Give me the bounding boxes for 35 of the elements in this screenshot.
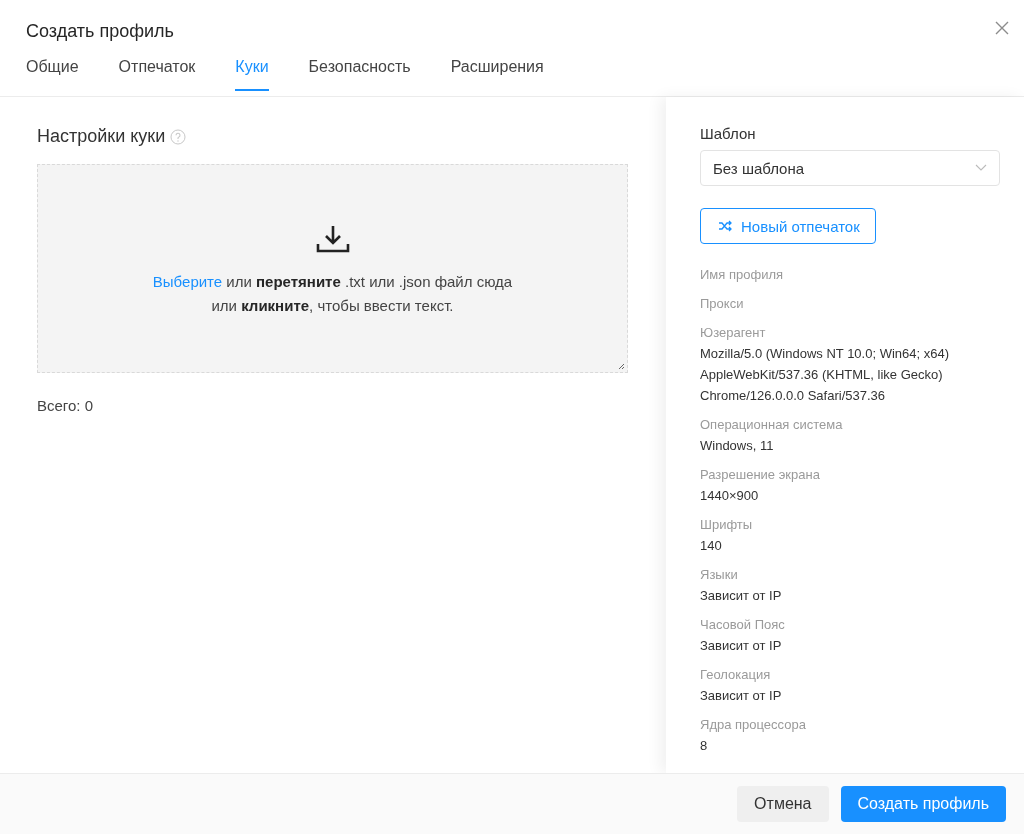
field-value: 1440×900 xyxy=(700,487,760,505)
field-label: Разрешение экрана xyxy=(700,466,821,484)
tab[interactable]: Общие xyxy=(26,58,79,91)
field-value: Windows, 11 xyxy=(700,437,775,455)
field-label: Имя профиля xyxy=(700,266,784,284)
chevron-down-icon xyxy=(975,164,987,172)
template-select[interactable]: Без шаблона xyxy=(700,150,1000,186)
drop-instructions: Выберите или перетяните .txt или .json файл сюда или кликните, чтобы ввести текст. xyxy=(152,271,513,316)
template-label: Шаблон xyxy=(700,125,757,142)
field-value: 140 xyxy=(700,537,723,555)
field-label: Ядра процессора xyxy=(700,716,807,734)
tab[interactable]: Отпечаток xyxy=(118,58,196,91)
field-label: Шрифты xyxy=(700,516,754,534)
field-value: 8 xyxy=(700,737,709,755)
tab[interactable]: Безопасность xyxy=(308,58,411,91)
field-value: Mozilla/5.0 (Windows NT 10.0; Win64; x64) AppleWebKit/537.36 (KHTML, like Gecko) Chrome/126.0.0.0 Safari/537.36 xyxy=(700,345,951,405)
field-label: Юзерагент xyxy=(700,324,767,342)
cookie-drop-area[interactable]: Выберите или перетяните .txt или .json файл сюда или кликните, чтобы ввести текст. xyxy=(37,164,628,373)
section-heading: Настройки куки xyxy=(37,126,166,147)
field-label: Операционная система xyxy=(700,416,844,434)
field-label: Прокси xyxy=(700,295,745,313)
resize-handle-icon[interactable] xyxy=(617,362,625,370)
shuffle-icon xyxy=(718,220,732,232)
field-value: Зависит от IP xyxy=(700,687,783,705)
field-value: Зависит от IP xyxy=(700,637,783,655)
tab[interactable]: Расширения xyxy=(450,58,544,91)
field-label: Языки xyxy=(700,566,739,584)
close-icon[interactable] xyxy=(994,19,1010,36)
field-label: Часовой Пояс xyxy=(700,616,786,634)
cancel-button[interactable]: Отмена xyxy=(737,786,829,822)
field-label: Геолокация xyxy=(700,666,772,684)
dialog-title: Создать профиль xyxy=(26,21,174,42)
field-value: Зависит от IP xyxy=(700,587,783,605)
download-icon xyxy=(315,223,350,254)
cookie-total: Всего: 0 xyxy=(37,397,94,414)
